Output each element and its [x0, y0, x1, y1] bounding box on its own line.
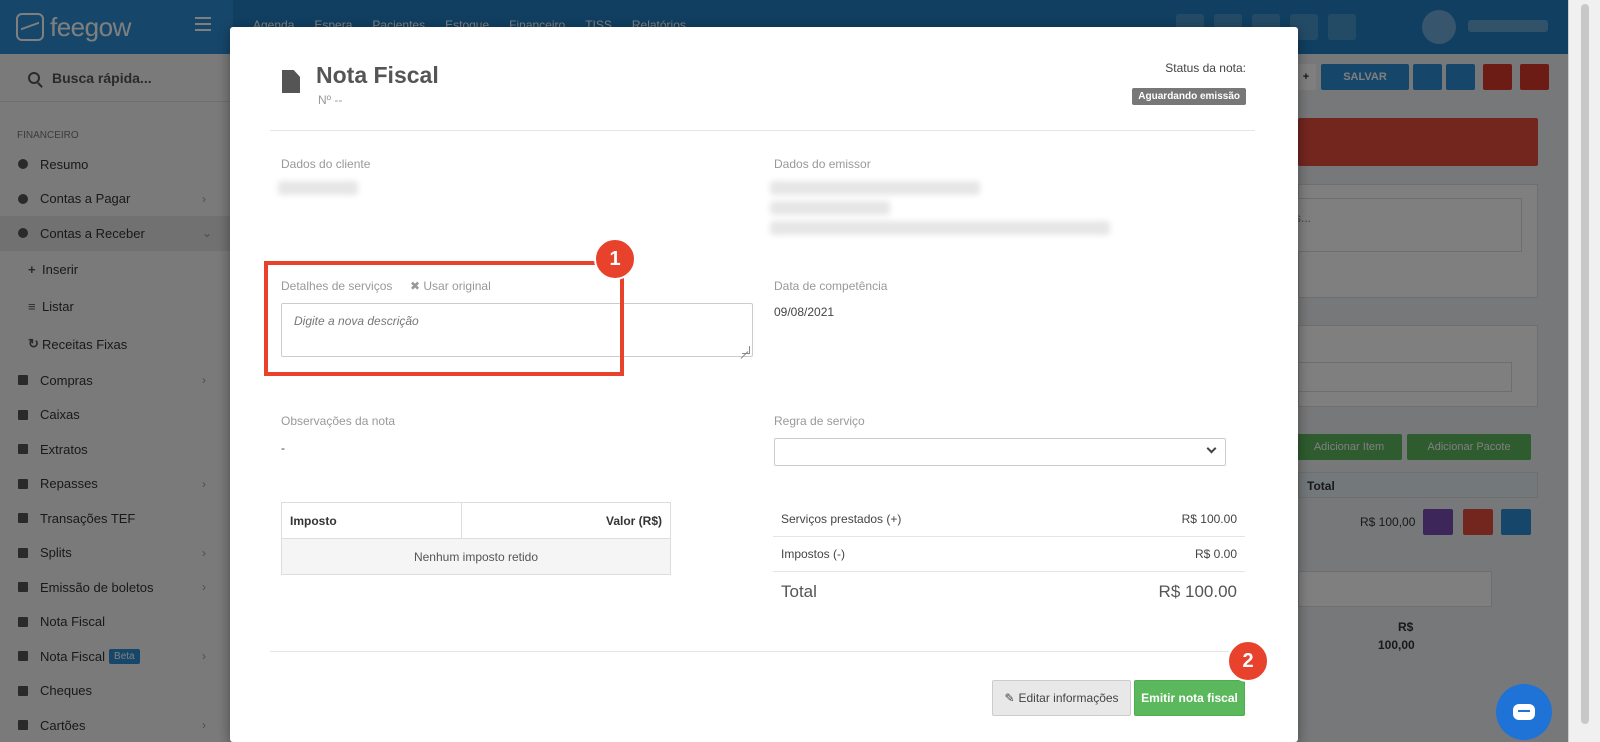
chevron-down-icon	[1206, 443, 1217, 454]
header-divider	[270, 130, 1255, 131]
emit-invoice-label: Emitir nota fiscal	[1141, 691, 1238, 705]
value-column-header: Valor (R$)	[461, 502, 671, 539]
tax-table: Imposto Valor (R$) Nenhum imposto retido	[281, 502, 671, 575]
page-scrollbar[interactable]	[1568, 0, 1600, 742]
table-header-row: Imposto Valor (R$)	[281, 502, 671, 539]
summary-value: R$ 100.00	[1181, 512, 1237, 526]
modal-title: Nota Fiscal	[316, 62, 439, 88]
emit-invoice-button[interactable]: Emitir nota fiscal	[1134, 680, 1245, 716]
summary-label: Impostos (-)	[781, 547, 846, 561]
no-tax-message: Nenhum imposto retido	[281, 538, 671, 575]
issuer-data-redacted	[770, 201, 890, 215]
total-label: Total	[781, 582, 817, 601]
summary-label: Serviços prestados (+)	[781, 512, 902, 526]
summary-row: Impostos (-) R$ 0.00	[773, 537, 1245, 572]
issuer-data-redacted	[770, 181, 980, 195]
annotation-badge-2: 2	[1227, 640, 1269, 682]
client-data-redacted	[278, 181, 358, 195]
status-badge: Aguardando emissão	[1132, 88, 1246, 105]
summary-panel: Serviços prestados (+) R$ 100.00 Imposto…	[773, 502, 1245, 612]
edit-info-button[interactable]: ✎ Editar informações	[992, 680, 1131, 716]
annotation-badge-1: 1	[594, 238, 636, 280]
nota-fiscal-modal: Nota Fiscal Nº -- Status da nota: Aguard…	[230, 27, 1298, 742]
chat-widget-button[interactable]	[1496, 684, 1552, 740]
file-icon	[282, 70, 300, 93]
status-label: Status da nota:	[1165, 61, 1246, 75]
competence-date-value: 09/08/2021	[774, 305, 835, 319]
service-rule-select[interactable]	[774, 438, 1226, 466]
tax-column-header: Imposto	[281, 502, 462, 539]
chat-icon	[1513, 704, 1535, 720]
resize-handle-icon[interactable]	[742, 346, 750, 354]
annotation-highlight-box	[264, 261, 624, 376]
issuer-data-label: Dados do emissor	[774, 157, 871, 171]
summary-row: Serviços prestados (+) R$ 100.00	[773, 502, 1245, 537]
edit-icon: ✎	[1004, 691, 1015, 705]
invoice-number: Nº --	[318, 93, 343, 107]
notes-label: Observações da nota	[281, 414, 396, 428]
notes-value: -	[281, 441, 285, 455]
scrollbar-thumb[interactable]	[1581, 4, 1589, 724]
competence-date-label: Data de competência	[774, 279, 888, 293]
client-data-label: Dados do cliente	[281, 157, 371, 171]
total-value: R$ 100.00	[1158, 582, 1237, 601]
edit-info-label: Editar informações	[1018, 691, 1119, 705]
service-rule-label: Regra de serviço	[774, 414, 865, 428]
issuer-data-redacted	[770, 221, 1110, 235]
summary-value: R$ 0.00	[1194, 547, 1237, 561]
summary-total-row: Total R$ 100.00	[773, 572, 1245, 612]
footer-divider	[270, 651, 1255, 652]
table-row: Nenhum imposto retido	[281, 538, 671, 575]
